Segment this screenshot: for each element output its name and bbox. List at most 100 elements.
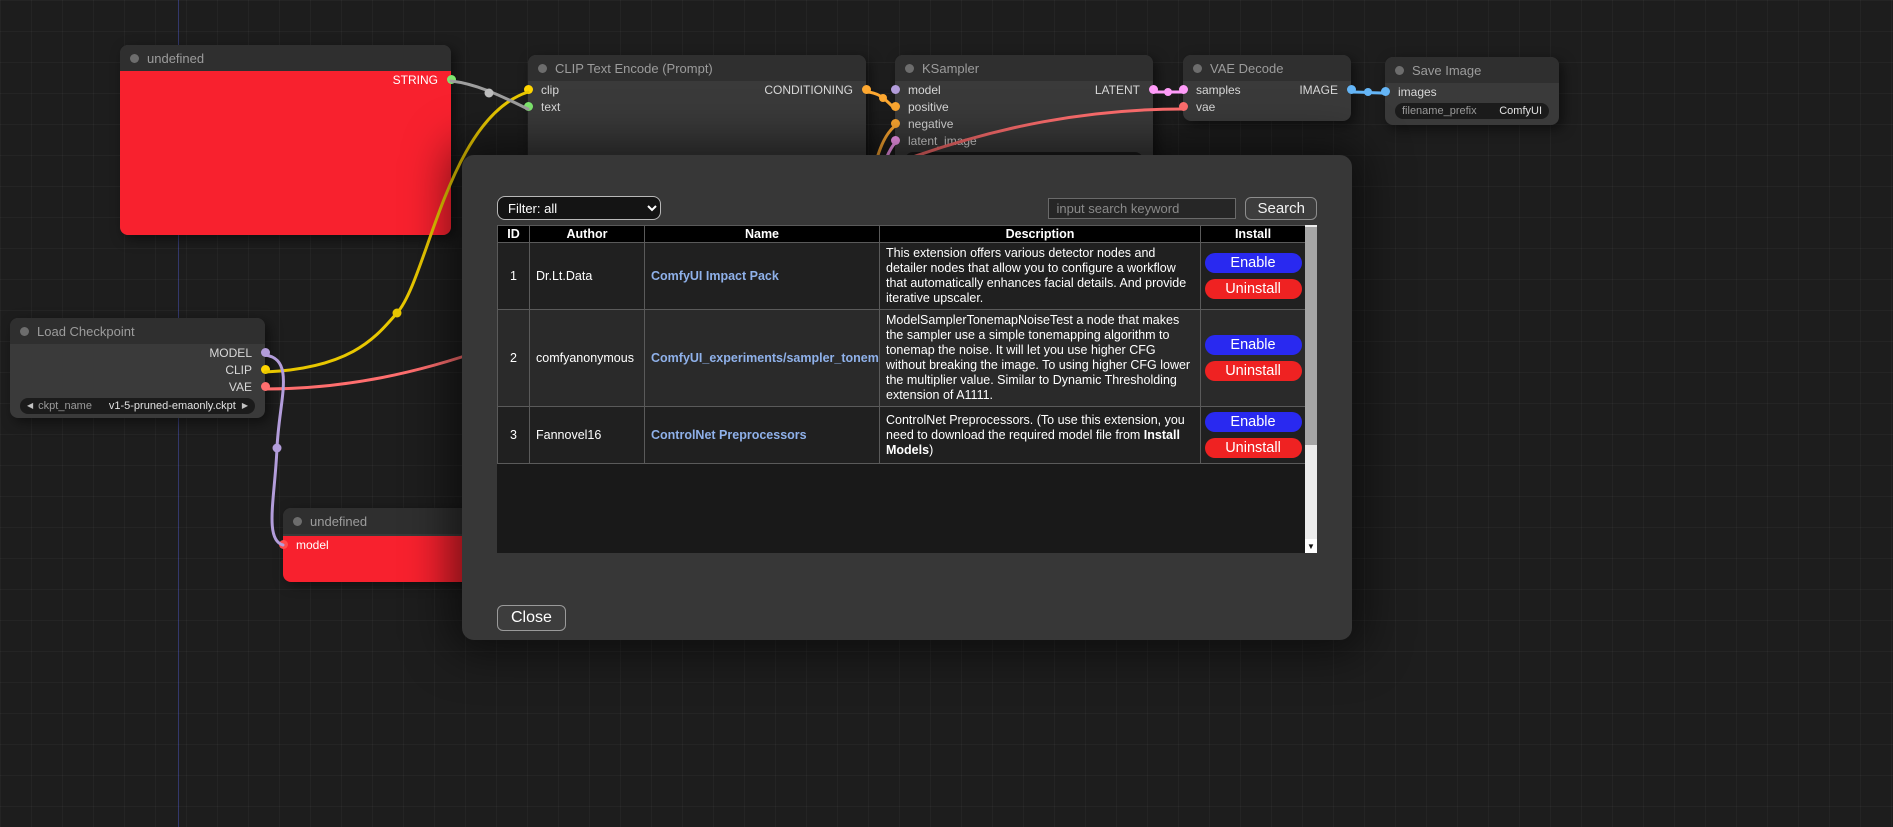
input-label-model: model xyxy=(296,538,329,552)
node-vae-decode[interactable]: VAE Decode samples IMAGE vae xyxy=(1183,55,1351,121)
header-install: Install xyxy=(1201,226,1306,243)
widget-label: ckpt_name xyxy=(38,400,92,412)
cell-author: comfyanonymous xyxy=(530,310,645,407)
output-slot-conditioning[interactable] xyxy=(862,85,871,94)
node-title: KSampler xyxy=(922,61,979,76)
input-slot-samples[interactable] xyxy=(1179,85,1188,94)
search-input[interactable] xyxy=(1048,198,1236,219)
cell-description: ModelSamplerTonemapNoiseTest a node that… xyxy=(880,310,1201,407)
header-name: Name xyxy=(645,226,880,243)
extension-link[interactable]: ComfyUI_experiments/sampler_tonemap xyxy=(651,351,880,365)
cell-author: Fannovel16 xyxy=(530,407,645,464)
output-label-model: MODEL xyxy=(209,346,252,360)
close-button[interactable]: Close xyxy=(497,605,566,631)
input-slot-text[interactable] xyxy=(524,102,533,111)
next-arrow-icon[interactable]: ▶ xyxy=(242,398,248,414)
widget-value: ComfyUI xyxy=(1499,105,1542,117)
cell-name: ControlNet Preprocessors xyxy=(645,407,880,464)
node-title-bar[interactable]: KSampler xyxy=(895,55,1153,81)
node-undefined-top[interactable]: undefined STRING xyxy=(120,45,451,235)
output-label-conditioning: CONDITIONING xyxy=(764,83,853,97)
input-slot-positive[interactable] xyxy=(891,102,900,111)
output-slot-vae[interactable] xyxy=(261,382,270,391)
output-label-image: IMAGE xyxy=(1299,83,1338,97)
table-scrollbar[interactable]: ▼ xyxy=(1305,225,1317,553)
input-label-clip: clip xyxy=(541,83,559,97)
ckpt-name-widget[interactable]: ◀ ckpt_name v1-5-pruned-emaonly.ckpt ▶ xyxy=(20,398,255,414)
cell-id: 2 xyxy=(498,310,530,407)
input-label-images: images xyxy=(1398,85,1437,99)
uninstall-button[interactable]: Uninstall xyxy=(1205,361,1302,381)
node-load-checkpoint[interactable]: Load Checkpoint MODEL CLIP VAE ◀ ckpt_na… xyxy=(10,318,265,418)
input-label-vae: vae xyxy=(1196,100,1215,114)
node-title-bar[interactable]: VAE Decode xyxy=(1183,55,1351,81)
cell-install: Enable Uninstall xyxy=(1201,310,1306,407)
input-slot-model[interactable] xyxy=(279,540,288,549)
node-collapse-dot-icon[interactable] xyxy=(1395,66,1404,75)
table-header-row: ID Author Name Description Install xyxy=(498,226,1306,243)
node-title-bar[interactable]: Load Checkpoint xyxy=(10,318,265,344)
output-label-string: STRING xyxy=(393,73,438,87)
node-title: VAE Decode xyxy=(1210,61,1283,76)
cell-name: ComfyUI Impact Pack xyxy=(645,243,880,310)
scrollbar-thumb[interactable] xyxy=(1305,227,1317,445)
input-label-latent-image: latent_image xyxy=(908,134,977,148)
node-collapse-dot-icon[interactable] xyxy=(293,517,302,526)
extension-link[interactable]: ControlNet Preprocessors xyxy=(651,428,807,442)
node-collapse-dot-icon[interactable] xyxy=(130,54,139,63)
filename-prefix-widget[interactable]: filename_prefix ComfyUI xyxy=(1395,103,1549,119)
output-slot-latent[interactable] xyxy=(1149,85,1158,94)
node-title-bar[interactable]: Save Image xyxy=(1385,57,1559,83)
widget-label: filename_prefix xyxy=(1402,105,1477,117)
input-label-text: text xyxy=(541,100,560,114)
input-slot-images[interactable] xyxy=(1381,87,1390,96)
cell-author: Dr.Lt.Data xyxy=(530,243,645,310)
table-row: 2 comfyanonymous ComfyUI_experiments/sam… xyxy=(498,310,1306,407)
input-slot-vae[interactable] xyxy=(1179,102,1188,111)
input-slot-clip[interactable] xyxy=(524,85,533,94)
search-box: Search xyxy=(1048,197,1317,220)
output-slot-string[interactable] xyxy=(447,75,456,84)
enable-button[interactable]: Enable xyxy=(1205,412,1302,432)
node-collapse-dot-icon[interactable] xyxy=(905,64,914,73)
wire-string-text xyxy=(451,81,528,109)
enable-button[interactable]: Enable xyxy=(1205,335,1302,355)
node-save-image[interactable]: Save Image images filename_prefix ComfyU… xyxy=(1385,57,1559,125)
extension-table-container: ID Author Name Description Install 1 Dr.… xyxy=(497,225,1317,553)
input-label-samples: samples xyxy=(1196,83,1241,97)
extension-table: ID Author Name Description Install 1 Dr.… xyxy=(497,225,1306,464)
node-title-bar[interactable]: undefined xyxy=(120,45,451,71)
table-row: 1 Dr.Lt.Data ComfyUI Impact Pack This ex… xyxy=(498,243,1306,310)
header-description: Description xyxy=(880,226,1201,243)
output-label-latent: LATENT xyxy=(1095,83,1140,97)
cell-install: Enable Uninstall xyxy=(1201,407,1306,464)
input-slot-latent-image[interactable] xyxy=(891,136,900,145)
table-row: 3 Fannovel16 ControlNet Preprocessors Co… xyxy=(498,407,1306,464)
manager-toolbar: Filter: all Search xyxy=(497,195,1317,221)
node-title: Save Image xyxy=(1412,63,1481,78)
node-collapse-dot-icon[interactable] xyxy=(20,327,29,336)
prev-arrow-icon[interactable]: ◀ xyxy=(27,398,33,414)
input-slot-model[interactable] xyxy=(891,85,900,94)
filter-select[interactable]: Filter: all xyxy=(497,196,661,220)
enable-button[interactable]: Enable xyxy=(1205,253,1302,273)
node-title: CLIP Text Encode (Prompt) xyxy=(555,61,713,76)
cell-install: Enable Uninstall xyxy=(1201,243,1306,310)
uninstall-button[interactable]: Uninstall xyxy=(1205,279,1302,299)
node-collapse-dot-icon[interactable] xyxy=(1193,64,1202,73)
custom-nodes-manager-dialog: Filter: all Search ID Author Name Descri… xyxy=(462,155,1352,640)
node-title-bar[interactable]: CLIP Text Encode (Prompt) xyxy=(528,55,866,81)
output-slot-image[interactable] xyxy=(1347,85,1356,94)
output-label-vae: VAE xyxy=(229,380,252,394)
search-button[interactable]: Search xyxy=(1245,197,1317,220)
node-collapse-dot-icon[interactable] xyxy=(538,64,547,73)
header-author: Author xyxy=(530,226,645,243)
cell-name: ComfyUI_experiments/sampler_tonemap xyxy=(645,310,880,407)
extension-link[interactable]: ComfyUI Impact Pack xyxy=(651,269,779,283)
output-slot-model[interactable] xyxy=(261,348,270,357)
uninstall-button[interactable]: Uninstall xyxy=(1205,438,1302,458)
scroll-down-arrow-icon[interactable]: ▼ xyxy=(1305,539,1317,553)
output-slot-clip[interactable] xyxy=(261,365,270,374)
input-slot-negative[interactable] xyxy=(891,119,900,128)
wire-images xyxy=(1351,92,1385,93)
